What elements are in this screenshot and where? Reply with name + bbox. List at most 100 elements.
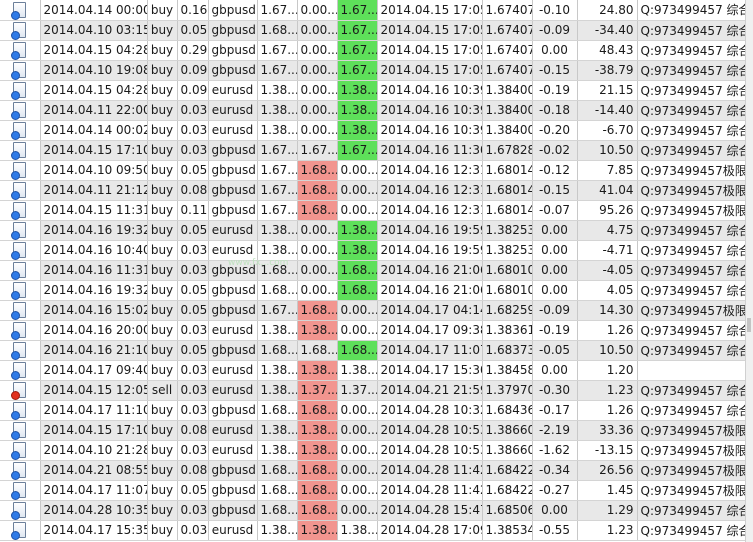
trade-row[interactable]: 2014.04.28 10:35:02buy0.03gbpusd1.68...1…	[0, 500, 747, 521]
order-icon-cell	[0, 180, 41, 201]
open-price-cell: 1.38...	[257, 80, 298, 101]
swap-cell: -0.12	[532, 160, 578, 181]
take-profit-cell: 0.00...	[337, 300, 378, 321]
trade-row[interactable]: 2014.04.15 17:10:04buy0.03gbpusd1.67...1…	[0, 140, 747, 161]
trade-row[interactable]: 2014.04.16 21:10:09buy0.05gbpusd1.68...1…	[0, 340, 747, 361]
size-cell: 0.03	[177, 500, 209, 521]
trade-row[interactable]: 2014.04.17 11:07:07buy0.05gbpusd1.68...1…	[0, 480, 747, 501]
trade-row[interactable]: 2014.04.16 19:32:50buy0.05eurusd1.38...0…	[0, 220, 747, 241]
trade-row[interactable]: 2014.04.15 17:10:48buy0.08eurusd1.38...1…	[0, 420, 747, 441]
swap-cell: 0.00	[532, 260, 578, 281]
order-dot-icon	[11, 351, 21, 359]
close-time-cell: 2014.04.16 10:39:06	[377, 120, 483, 141]
close-price-cell: 1.68506	[482, 500, 533, 521]
comment-cell: Q:973499457极限对冲...	[637, 420, 747, 441]
swap-cell: -2.19	[532, 420, 578, 441]
open-price-cell: 1.67...	[257, 300, 298, 321]
order-icon-cell	[0, 200, 41, 221]
trade-row[interactable]: 2014.04.16 20:00:02buy0.03eurusd1.38...1…	[0, 320, 747, 341]
order-icon-cell	[0, 280, 41, 301]
trade-row[interactable]: 2014.04.15 12:05:04sell0.03eurusd1.38...…	[0, 380, 747, 401]
buy-order-icon	[11, 102, 27, 119]
order-icon-cell	[0, 100, 41, 121]
open-time-cell: 2014.04.15 11:31:17	[40, 200, 148, 221]
scrollbar-grip[interactable]	[747, 318, 751, 332]
trade-row[interactable]: 2014.04.10 19:08:27buy0.09gbpusd1.67...0…	[0, 60, 747, 81]
type-cell: buy	[147, 480, 178, 501]
order-icon-cell	[0, 60, 41, 81]
close-price-cell: 1.38534	[482, 520, 533, 541]
stop-loss-cell: 1.68...	[297, 500, 338, 521]
swap-cell: 0.00	[532, 220, 578, 241]
order-dot-icon	[11, 531, 21, 539]
close-time-cell: 2014.04.16 10:39:06	[377, 100, 483, 121]
buy-order-icon	[11, 442, 27, 459]
symbol-cell: eurusd	[208, 100, 258, 121]
vertical-scrollbar[interactable]	[745, 0, 753, 542]
trade-row[interactable]: 2014.04.15 04:28:11buy0.09eurusd1.38...0…	[0, 80, 747, 101]
open-price-cell: 1.38...	[257, 520, 298, 541]
trade-row[interactable]: 2014.04.16 11:31:11buy0.03gbpusd1.68...0…	[0, 260, 747, 281]
stop-loss-cell: 1.68...	[297, 460, 338, 481]
take-profit-cell: 1.68...	[337, 280, 378, 301]
trade-row[interactable]: 2014.04.17 15:35:02buy0.03eurusd1.38...1…	[0, 520, 747, 541]
buy-order-icon	[11, 402, 27, 419]
order-dot-icon	[11, 471, 21, 479]
profit-cell: -13.15	[577, 440, 638, 461]
trade-row[interactable]: 2014.04.17 11:10:02buy0.03gbpusd1.68...1…	[0, 400, 747, 421]
trade-row[interactable]: 2014.04.15 04:28:37buy0.29gbpusd1.67...0…	[0, 40, 747, 61]
order-icon-cell	[0, 400, 41, 421]
type-cell: buy	[147, 140, 178, 161]
stop-loss-cell: 1.38...	[297, 320, 338, 341]
close-price-cell: 1.68422	[482, 460, 533, 481]
swap-cell: -0.27	[532, 480, 578, 501]
open-time-cell: 2014.04.16 19:32:50	[40, 220, 148, 241]
symbol-cell: gbpusd	[208, 200, 258, 221]
comment-cell: Q:973499457 综合刷单...	[637, 120, 747, 141]
type-cell: buy	[147, 460, 178, 481]
trade-row[interactable]: 2014.04.11 21:12:37buy0.08gbpusd1.67...1…	[0, 180, 747, 201]
symbol-cell: eurusd	[208, 440, 258, 461]
profit-cell: 1.23	[577, 380, 638, 401]
size-cell: 0.05	[177, 300, 209, 321]
order-icon-cell	[0, 20, 41, 41]
profit-cell: 1.26	[577, 400, 638, 421]
size-cell: 0.03	[177, 320, 209, 341]
order-icon-cell	[0, 360, 41, 381]
trade-row[interactable]: 2014.04.16 19:32:49buy0.05gbpusd1.68...0…	[0, 280, 747, 301]
profit-cell: 14.30	[577, 300, 638, 321]
stop-loss-cell: 1.67...	[297, 140, 338, 161]
trade-row[interactable]: 2014.04.17 09:40:03buy0.03eurusd1.38...1…	[0, 360, 747, 381]
close-time-cell: 2014.04.16 21:06:28	[377, 280, 483, 301]
trade-row[interactable]: 2014.04.21 08:55:36buy0.08gbpusd1.68...1…	[0, 460, 747, 481]
close-time-cell: 2014.04.15 17:05:58	[377, 40, 483, 61]
order-icon-cell	[0, 240, 41, 261]
trade-row[interactable]: 2014.04.11 22:00:03buy0.03eurusd1.38...0…	[0, 100, 747, 121]
comment-cell: Q:973499457 综合刷单...	[637, 280, 747, 301]
type-cell: buy	[147, 160, 178, 181]
symbol-cell: gbpusd	[208, 340, 258, 361]
swap-cell: -0.20	[532, 120, 578, 141]
trade-row[interactable]: 2014.04.14 00:00:20buy0.16gbpusd1.67...0…	[0, 0, 747, 21]
trade-row[interactable]: 2014.04.10 21:28:19buy0.03eurusd1.38...1…	[0, 440, 747, 461]
open-time-cell: 2014.04.16 20:00:02	[40, 320, 148, 341]
close-price-cell: 1.68010	[482, 260, 533, 281]
open-time-cell: 2014.04.10 03:15:08	[40, 20, 148, 41]
trade-row[interactable]: 2014.04.10 09:50:33buy0.05gbpusd1.67...1…	[0, 160, 747, 181]
close-price-cell: 1.68010	[482, 280, 533, 301]
close-price-cell: 1.38660	[482, 420, 533, 441]
trade-row[interactable]: 2014.04.16 15:02:12buy0.05gbpusd1.67...1…	[0, 300, 747, 321]
swap-cell: 0.00	[532, 40, 578, 61]
trade-row[interactable]: 2014.04.16 10:40:03buy0.03eurusd1.38...0…	[0, 240, 747, 261]
stop-loss-cell: 1.38...	[297, 360, 338, 381]
order-icon-cell	[0, 260, 41, 281]
trade-row[interactable]: 2014.04.15 11:31:17buy0.11gbpusd1.67...1…	[0, 200, 747, 221]
swap-cell: -0.09	[532, 20, 578, 41]
close-time-cell: 2014.04.16 12:31:36	[377, 160, 483, 181]
profit-cell: 4.05	[577, 280, 638, 301]
open-time-cell: 2014.04.17 15:35:02	[40, 520, 148, 541]
trade-row[interactable]: 2014.04.14 00:02:11buy0.03eurusd1.38...0…	[0, 120, 747, 141]
close-time-cell: 2014.04.17 09:38:34	[377, 320, 483, 341]
trade-row[interactable]: 2014.04.10 03:15:08buy0.05gbpusd1.68...0…	[0, 20, 747, 41]
order-dot-icon	[11, 271, 21, 279]
